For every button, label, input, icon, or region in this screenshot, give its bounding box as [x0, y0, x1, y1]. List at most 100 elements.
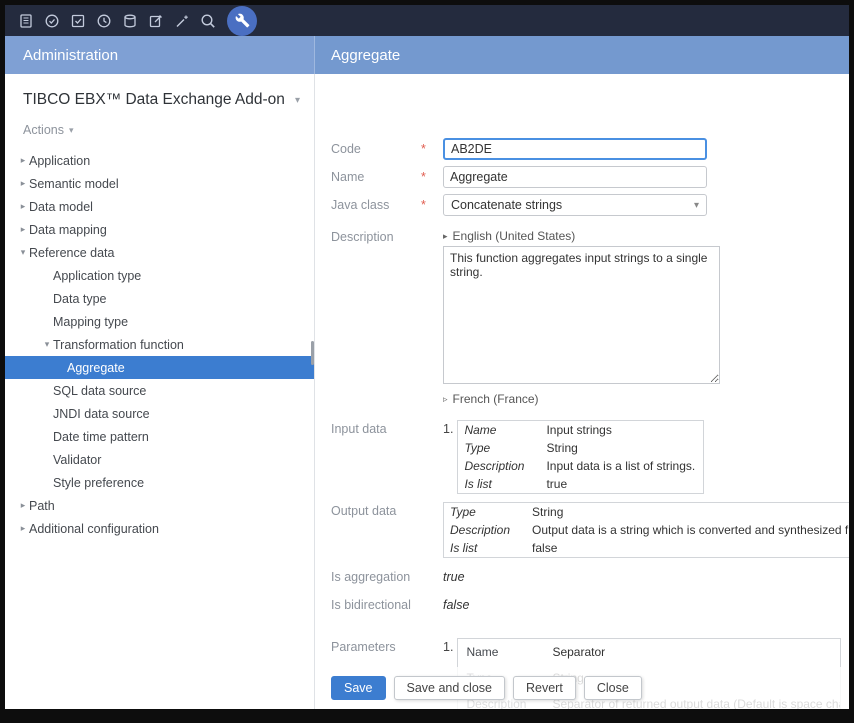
revert-button[interactable]: Revert [513, 676, 576, 700]
sidebar-item-aggregate[interactable]: Aggregate [5, 356, 314, 379]
description-textarea[interactable]: This function aggregates input strings t… [443, 246, 720, 384]
search-icon[interactable] [195, 5, 221, 36]
description-label: Description [331, 226, 421, 244]
input-data-table: NameInput strings TypeString Description… [457, 420, 704, 494]
english-locale-toggle[interactable]: ▸ English (United States) [443, 226, 575, 243]
sidebar-item-style-preference[interactable]: Style preference [5, 471, 314, 494]
database-icon[interactable] [117, 5, 143, 36]
expand-icon[interactable]: ▸ [17, 155, 29, 166]
sidebar-item-date-time-pattern[interactable]: Date time pattern [5, 425, 314, 448]
sidebar-item-application[interactable]: ▸Application [5, 149, 314, 172]
is-aggregation-value: true [443, 566, 465, 584]
dataset-title: TIBCO EBX™ Data Exchange Add-on [23, 90, 285, 110]
sidebar-scrollbar[interactable] [311, 341, 314, 365]
field-value: Input data is a list of strings. [540, 457, 703, 475]
name-input[interactable] [443, 166, 707, 188]
sidebar-item-data-type[interactable]: Data type [5, 287, 314, 310]
sidebar-item-semantic-model[interactable]: ▸Semantic model [5, 172, 314, 195]
sidebar-item-transformation-function[interactable]: ▾Transformation function [5, 333, 314, 356]
code-label: Code [331, 138, 421, 156]
table-row: DescriptionInput data is a list of strin… [458, 457, 704, 475]
sidebar-item-label: Mapping type [53, 315, 128, 329]
sidebar-item-application-type[interactable]: Application type [5, 264, 314, 287]
expand-icon[interactable]: ▸ [17, 523, 29, 534]
check-circle-icon[interactable] [39, 5, 65, 36]
sidebar-item-label: Application [29, 154, 90, 168]
sidebar-item-label: Data mapping [29, 223, 107, 237]
sidebar-item-label: Additional configuration [29, 522, 159, 536]
clock-icon[interactable] [91, 5, 117, 36]
record-form: Code * Name * Java class * Concatenate s… [315, 74, 849, 709]
compose-icon[interactable] [143, 5, 169, 36]
field-key: Type [458, 439, 541, 457]
administration-title: Administration [23, 47, 118, 64]
required-spacer [421, 594, 443, 598]
java-class-label: Java class [331, 194, 421, 212]
french-locale-toggle[interactable]: ▹ French (France) [443, 389, 539, 406]
save-and-close-button[interactable]: Save and close [394, 676, 505, 700]
required-spacer [421, 418, 443, 422]
sidebar-item-mapping-type[interactable]: Mapping type [5, 310, 314, 333]
is-aggregation-label: Is aggregation [331, 566, 421, 584]
sidebar-item-data-mapping[interactable]: ▸Data mapping [5, 218, 314, 241]
code-input[interactable] [443, 138, 707, 160]
field-key: Name [458, 421, 541, 440]
field-value: true [540, 475, 703, 494]
document-icon[interactable] [13, 5, 39, 36]
field-value: Output data is a string which is convert… [526, 521, 849, 539]
actions-label: Actions [23, 123, 64, 137]
locale-expand-icon: ▹ [443, 394, 448, 405]
sidebar-item-sql-data-source[interactable]: SQL data source [5, 379, 314, 402]
save-button[interactable]: Save [331, 676, 386, 700]
java-class-select[interactable]: Concatenate strings ▾ [443, 194, 707, 216]
sidebar-item-label: Transformation function [53, 338, 184, 352]
name-label: Name [331, 166, 421, 184]
sidebar-item-path[interactable]: ▸Path [5, 494, 314, 517]
table-row: DescriptionOutput data is a string which… [444, 521, 850, 539]
table-row: NameSeparator [458, 639, 841, 666]
table-row: TypeString [458, 439, 704, 457]
sidebar-item-jndi-data-source[interactable]: JNDI data source [5, 402, 314, 425]
field-value: String [526, 503, 849, 522]
task-edit-icon[interactable] [65, 5, 91, 36]
required-asterisk: * [421, 194, 443, 212]
expand-icon[interactable]: ▸ [17, 178, 29, 189]
field-value: Input strings [540, 421, 703, 440]
field-value: Separator [544, 639, 840, 666]
sidebar-item-label: Application type [53, 269, 141, 283]
close-button[interactable]: Close [584, 676, 642, 700]
sidebar-item-label: Data type [53, 292, 107, 306]
section-title-administration: Administration [5, 36, 315, 74]
field-key: Type [444, 503, 527, 522]
required-spacer [421, 500, 443, 504]
field-value: false [526, 539, 849, 558]
page-header: Administration Aggregate [5, 36, 849, 74]
output-data-table: TypeString DescriptionOutput data is a s… [443, 502, 849, 558]
expand-icon[interactable]: ▸ [17, 201, 29, 212]
required-spacer [421, 566, 443, 570]
list-index: 1. [443, 418, 453, 436]
wrench-icon[interactable] [227, 6, 257, 36]
wand-icon[interactable] [169, 5, 195, 36]
button-bar: Save Save and close Revert Close [315, 667, 849, 709]
actions-menu[interactable]: Actions ▾ [23, 123, 74, 137]
sidebar-item-label: Validator [53, 453, 101, 467]
sidebar-item-data-model[interactable]: ▸Data model [5, 195, 314, 218]
dataset-dropdown-icon[interactable]: ▾ [295, 90, 300, 106]
expand-icon[interactable]: ▸ [17, 224, 29, 235]
table-row: TypeString [444, 503, 850, 522]
main-panel: Code * Name * Java class * Concatenate s… [315, 74, 849, 709]
collapse-icon[interactable]: ▾ [41, 339, 53, 350]
sidebar-item-label: Data model [29, 200, 93, 214]
sidebar-item-label: Date time pattern [53, 430, 149, 444]
required-spacer [421, 226, 443, 230]
sidebar-item-validator[interactable]: Validator [5, 448, 314, 471]
page-title: Aggregate [315, 36, 849, 74]
sidebar-item-additional-configuration[interactable]: ▸Additional configuration [5, 517, 314, 540]
expand-icon[interactable]: ▸ [17, 500, 29, 511]
locale-label: French (France) [453, 392, 539, 406]
sidebar-item-reference-data[interactable]: ▾Reference data [5, 241, 314, 264]
chevron-down-icon: ▾ [694, 200, 699, 211]
collapse-icon[interactable]: ▾ [17, 247, 29, 258]
sidebar: TIBCO EBX™ Data Exchange Add-on ▾ Action… [5, 74, 315, 709]
